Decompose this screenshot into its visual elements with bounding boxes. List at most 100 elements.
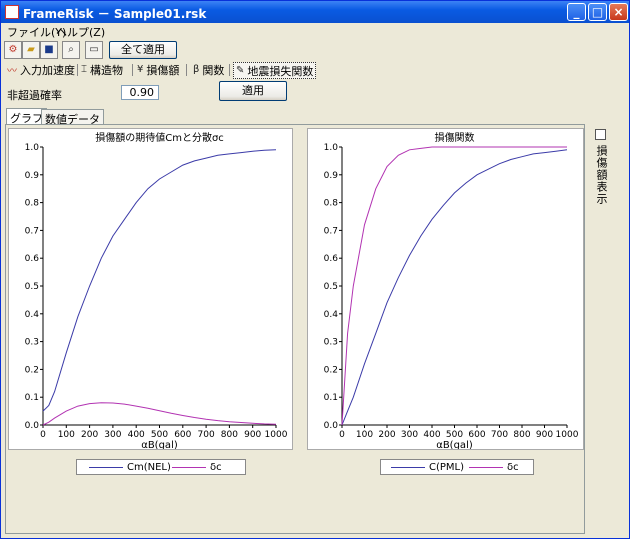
- series-line-1-1: [341, 146, 567, 426]
- y-tick-label: 0.2: [324, 365, 338, 375]
- y-tick-label: 0.3: [324, 338, 338, 348]
- chart-title: 損傷額の期待値Cmと分散σc: [95, 131, 224, 144]
- print-preview-icon[interactable]: ⌕: [62, 41, 80, 59]
- main-tabs: 〰 入力加速度 ⌶ 構造物 ¥ 損傷額 β 関数 ✎ 地震損失関数: [1, 61, 629, 79]
- y-tick-label: 0.5: [324, 282, 338, 292]
- tab-damage-cost[interactable]: ¥ 損傷額: [137, 62, 179, 77]
- wave-icon: 〰: [7, 66, 17, 77]
- x-tick-label: 300: [401, 430, 418, 440]
- legend-swatch: [89, 467, 123, 468]
- x-tick-label: 500: [151, 430, 168, 440]
- tab-label: 関数: [202, 63, 225, 77]
- menu-bar: ファイル(Y) ヘルプ(Z): [1, 23, 629, 39]
- tab-separator: [186, 64, 187, 76]
- app-icon: [5, 5, 19, 19]
- toolbar: ⚙ ▰ ■ ⌕ ▭ 全て適用: [1, 39, 629, 61]
- apply-all-button[interactable]: 全て適用: [109, 41, 177, 59]
- y-tick-label: 1.0: [25, 143, 40, 153]
- y-tick-label: 0.0: [25, 421, 40, 431]
- legend-item: δc: [172, 462, 222, 473]
- open-folder-icon[interactable]: ▰: [22, 41, 40, 59]
- tab-numeric-data[interactable]: 数値データ: [41, 109, 104, 126]
- show-damage-checkbox[interactable]: [595, 129, 606, 140]
- x-tick-label: 300: [104, 430, 121, 440]
- x-tick-label: 600: [468, 430, 485, 440]
- chart-left-area: 損傷額の期待値Cmと分散σc 0.0 0.1 0.2 0.3 0.4 0.5 0.6 0.7 0.…: [8, 128, 293, 451]
- legend-swatch: [172, 467, 206, 468]
- legend-label: δc: [507, 462, 519, 473]
- exceedance-input[interactable]: 0.90: [121, 85, 159, 100]
- exceedance-label: 非超過確率: [7, 89, 62, 102]
- tab-separator: [77, 64, 78, 76]
- x-axis-label: αB(gal): [141, 440, 178, 449]
- yen-icon: ¥: [137, 64, 144, 75]
- minimize-button[interactable]: _: [567, 3, 586, 21]
- save-icon[interactable]: ■: [40, 41, 58, 59]
- y-tick-label: 0.7: [324, 226, 338, 236]
- tab-label: 構造物: [90, 63, 123, 77]
- apply-button[interactable]: 適用: [219, 81, 287, 101]
- y-tick-label: 0.9: [324, 171, 339, 181]
- x-tick-label: 900: [536, 430, 553, 440]
- x-tick-label: 800: [221, 430, 238, 440]
- y-tick-label: 0.6: [25, 254, 40, 264]
- tab-separator: [132, 64, 133, 76]
- menu-help[interactable]: ヘルプ(Z): [56, 24, 105, 40]
- x-tick-label: 200: [81, 430, 98, 440]
- y-tick-label: 0.9: [25, 171, 40, 181]
- legend-right: C(PML) δc: [380, 459, 534, 475]
- legend-left: Cm(NEL) δc: [76, 459, 246, 475]
- series-line-1-0: [341, 149, 568, 426]
- x-tick-label: 600: [174, 430, 191, 440]
- legend-swatch: [469, 467, 503, 468]
- y-tick-label: 0.2: [25, 365, 39, 375]
- tab-input-acceleration[interactable]: 〰 入力加速度: [7, 62, 75, 78]
- tab-seismic-loss-function[interactable]: ✎ 地震損失関数: [233, 62, 317, 79]
- x-tick-label: 200: [378, 430, 395, 440]
- maximize-button[interactable]: □: [588, 3, 607, 21]
- x-tick-label: 100: [58, 430, 75, 440]
- chart-right-area: 損傷関数 0.0 0.1 0.2 0.3 0.4 0.5 0.6 0.7 0.8 0.9 1.0 0 10…: [307, 128, 584, 451]
- y-tick-label: 1.0: [324, 143, 339, 153]
- show-damage-label: 損傷額表示: [595, 145, 608, 205]
- tab-label: 損傷額: [146, 63, 180, 77]
- tab-function[interactable]: β 関数: [193, 62, 224, 77]
- x-tick-label: 1000: [265, 430, 288, 440]
- legend-item: Cm(NEL): [89, 462, 171, 473]
- main-window: FrameRisk － Sample01.rsk _ □ × ファイル(Y) ヘ…: [0, 0, 630, 539]
- x-tick-label: 1000: [556, 430, 579, 440]
- x-tick-label: 700: [198, 430, 215, 440]
- building-icon: ⌶: [81, 64, 87, 75]
- chart-expected-damage: 損傷額の期待値Cmと分散σc 0.0 0.1 0.2 0.3 0.4 0.5 0.6 0.7 0.…: [25, 131, 288, 451]
- legend-swatch: [391, 467, 425, 468]
- tab-structure[interactable]: ⌶ 構造物: [81, 62, 123, 77]
- pencil-icon: ✎: [236, 65, 245, 76]
- x-tick-label: 0: [40, 430, 46, 440]
- x-tick-label: 100: [356, 430, 373, 440]
- chart-title: 損傷関数: [435, 131, 475, 144]
- keyboard-icon[interactable]: ▭: [85, 41, 103, 59]
- y-tick-label: 0.7: [25, 226, 39, 236]
- x-tick-label: 400: [128, 430, 145, 440]
- legend-label: C(PML): [429, 462, 465, 473]
- graph-panel: 損傷額の期待値Cmと分散σc 0.0 0.1 0.2 0.3 0.4 0.5 0.6 0.7 0.…: [5, 124, 585, 534]
- y-tick-label: 0.6: [324, 254, 339, 264]
- chart-damage-function: 損傷関数 0.0 0.1 0.2 0.3 0.4 0.5 0.6 0.7 0.8 0.9 1.0 0 10…: [324, 131, 579, 451]
- close-button[interactable]: ×: [609, 3, 628, 21]
- x-tick-label: 900: [244, 430, 261, 440]
- legend-label: δc: [210, 462, 222, 473]
- x-tick-label: 700: [491, 430, 508, 440]
- title-bar[interactable]: FrameRisk － Sample01.rsk _ □ ×: [1, 1, 629, 23]
- window-title: FrameRisk － Sample01.rsk: [23, 7, 207, 21]
- x-axis-label: αB(gal): [436, 440, 473, 449]
- legend-label: Cm(NEL): [127, 462, 171, 473]
- x-tick-label: 500: [446, 430, 463, 440]
- y-tick-label: 0.8: [324, 199, 339, 209]
- series-line-0-0: [42, 149, 277, 412]
- config-icon[interactable]: ⚙: [4, 41, 22, 59]
- x-tick-label: 400: [423, 430, 440, 440]
- y-tick-label: 0.1: [324, 393, 338, 403]
- beta-icon: β: [193, 64, 200, 75]
- legend-item: δc: [469, 462, 519, 473]
- tab-label: 入力加速度: [20, 63, 75, 77]
